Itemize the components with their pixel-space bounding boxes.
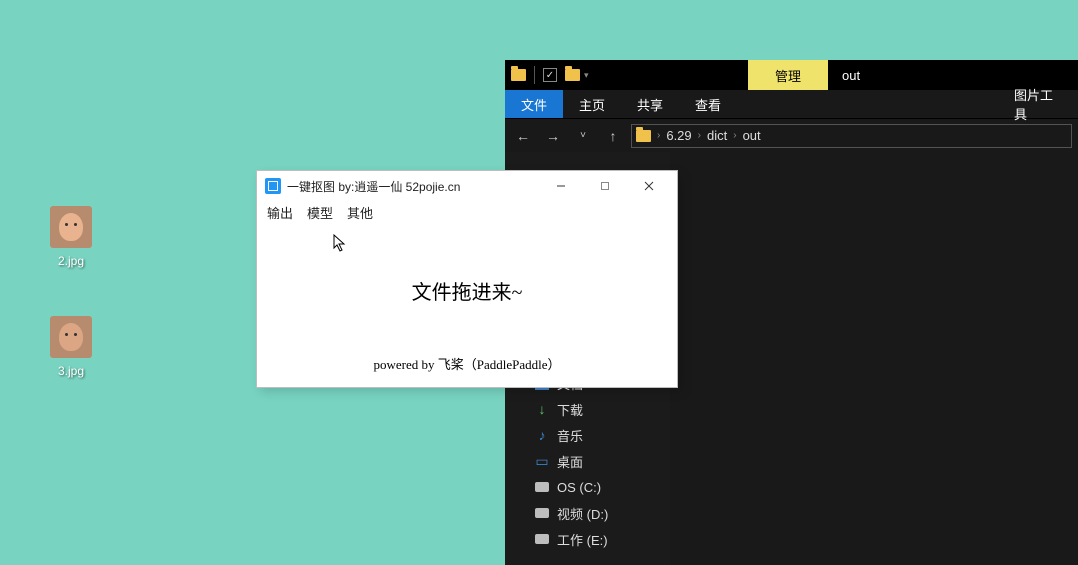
sidebar-item-music[interactable]: ♪ 音乐 — [505, 422, 670, 448]
desktop-file-3jpg[interactable]: 3.jpg — [36, 316, 106, 378]
explorer-content-pane[interactable] — [670, 152, 1078, 565]
drop-hint: 文件拖进来~ — [412, 276, 523, 305]
sidebar-item-label: 桌面 — [557, 452, 583, 471]
nav-toolbar: ← → ˅ ↑ › 6.29 › dict › out — [505, 118, 1078, 152]
drive-icon — [535, 508, 549, 518]
drive-icon — [535, 534, 549, 544]
sidebar-item-drive-c[interactable]: OS (C:) — [505, 474, 670, 500]
breadcrumb-segment[interactable]: 6.29 — [666, 128, 691, 143]
explorer-titlebar: ✓ ▾ 管理 out — [505, 60, 1078, 90]
sidebar-item-downloads[interactable]: ↓ 下载 — [505, 396, 670, 422]
file-label: 2.jpg — [58, 254, 84, 268]
desktop-file-2jpg[interactable]: 2.jpg — [36, 206, 106, 268]
matting-app-window: 一键抠图 by:逍遥一仙 52pojie.cn 输出 模型 其他 文件拖进来~ … — [256, 170, 678, 388]
sidebar-item-label: OS (C:) — [557, 480, 601, 495]
tab-home[interactable]: 主页 — [563, 90, 621, 118]
breadcrumb-segment[interactable]: out — [743, 128, 761, 143]
folder-icon — [636, 130, 651, 142]
qat-customize-icon[interactable]: ▾ — [584, 70, 589, 81]
contextual-tab-manage[interactable]: 管理 — [748, 60, 828, 90]
close-button[interactable] — [627, 171, 671, 201]
sidebar-item-label: 视频 (D:) — [557, 504, 608, 523]
app-footer: powered by 飞桨（PaddlePaddle） — [257, 354, 677, 383]
sidebar-item-drive-e[interactable]: 工作 (E:) — [505, 526, 670, 552]
nav-up-button[interactable]: ↑ — [601, 124, 625, 148]
manage-label: 管理 — [775, 66, 801, 85]
chevron-right-icon: › — [698, 130, 701, 141]
sidebar-item-desktop[interactable]: ▭ 桌面 — [505, 448, 670, 474]
app-titlebar: 一键抠图 by:逍遥一仙 52pojie.cn — [257, 171, 677, 201]
sidebar-item-label: 下载 — [557, 400, 583, 419]
face-thumb — [59, 213, 83, 241]
menu-output[interactable]: 输出 — [267, 203, 293, 222]
face-thumb — [59, 323, 83, 351]
app-icon — [265, 178, 281, 194]
address-bar[interactable]: › 6.29 › dict › out — [631, 124, 1072, 148]
nav-forward-button[interactable]: → — [541, 124, 565, 148]
music-icon: ♪ — [535, 428, 549, 442]
sidebar-item-drive-d[interactable]: 视频 (D:) — [505, 500, 670, 526]
maximize-button[interactable] — [583, 171, 627, 201]
chevron-right-icon: › — [733, 130, 736, 141]
minimize-button[interactable] — [539, 171, 583, 201]
desktop-icon: ▭ — [535, 454, 549, 468]
downloads-icon: ↓ — [535, 402, 549, 416]
qat-properties-icon[interactable]: ✓ — [543, 68, 557, 82]
menu-other[interactable]: 其他 — [347, 203, 373, 222]
tab-picture-tools[interactable]: 图片工具 — [998, 90, 1078, 118]
tab-share[interactable]: 共享 — [621, 90, 679, 118]
separator — [534, 66, 535, 84]
qat-newfolder-icon[interactable] — [565, 69, 580, 81]
breadcrumb-segment[interactable]: dict — [707, 128, 727, 143]
drop-area[interactable]: 文件拖进来~ — [257, 226, 677, 354]
chevron-right-icon: › — [657, 130, 660, 141]
thumbnail — [50, 206, 92, 248]
app-title: 一键抠图 by:逍遥一仙 52pojie.cn — [287, 178, 460, 195]
tab-view[interactable]: 查看 — [679, 90, 737, 118]
app-menubar: 输出 模型 其他 — [257, 201, 677, 226]
nav-back-button[interactable]: ← — [511, 124, 535, 148]
sidebar-item-label: 工作 (E:) — [557, 530, 608, 549]
folder-icon — [511, 69, 526, 81]
file-label: 3.jpg — [58, 364, 84, 378]
window-controls — [539, 171, 671, 201]
tab-file[interactable]: 文件 — [505, 90, 563, 118]
ribbon-tabs: 文件 主页 共享 查看 图片工具 — [505, 90, 1078, 118]
sidebar-item-label: 音乐 — [557, 426, 583, 445]
drive-icon — [535, 482, 549, 492]
thumbnail — [50, 316, 92, 358]
nav-history-dropdown[interactable]: ˅ — [571, 124, 595, 148]
menu-model[interactable]: 模型 — [307, 203, 333, 222]
qat: ✓ ▾ — [505, 60, 589, 90]
